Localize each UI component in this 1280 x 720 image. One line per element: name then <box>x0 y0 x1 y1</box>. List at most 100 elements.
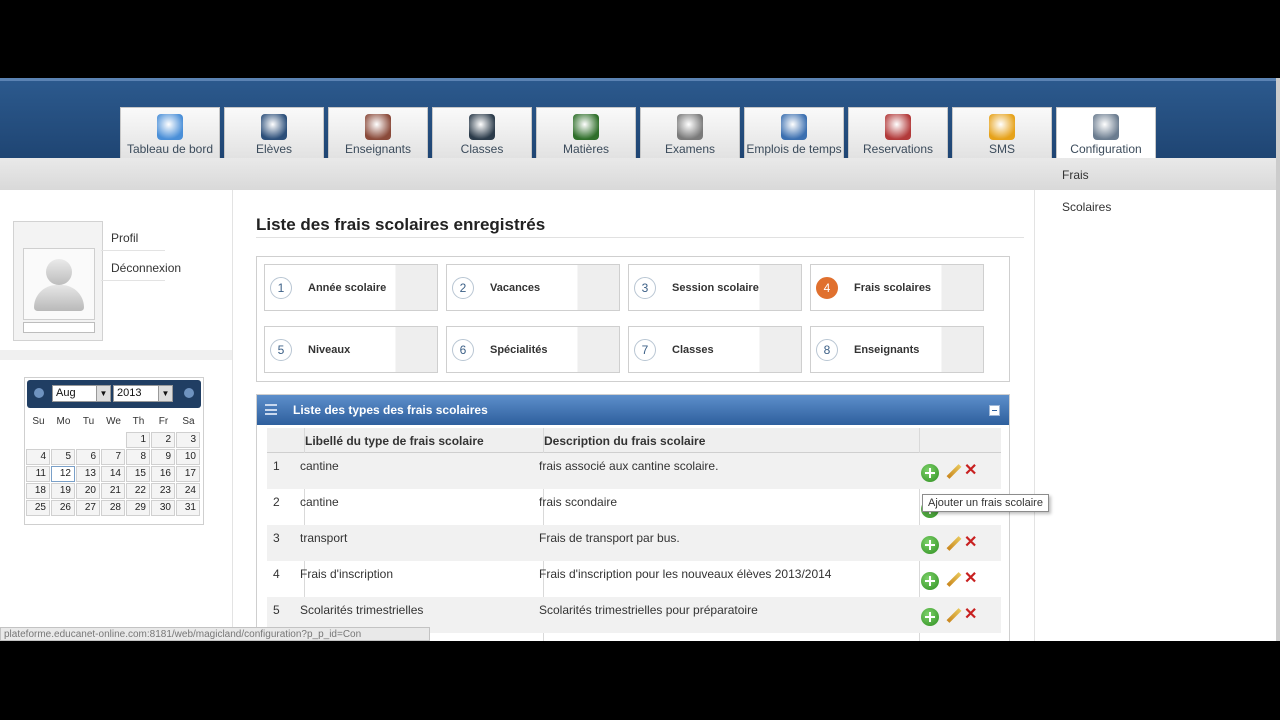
step-frais-scolaires[interactable]: 4 Frais scolaires <box>810 264 984 311</box>
column-header-description[interactable]: Description du frais scolaire <box>544 434 705 448</box>
calendar-weekday: Tu <box>82 416 95 427</box>
table-row[interactable]: 1 cantine frais associé aux cantine scolai… <box>267 453 1001 489</box>
nav-tab-el-ves[interactable]: Elèves <box>224 107 324 158</box>
step-label: Enseignants <box>854 344 920 356</box>
step-sp-cialit-s[interactable]: 6 Spécialités <box>446 326 620 373</box>
delete-icon[interactable]: ✕ <box>964 535 980 551</box>
calendar-day[interactable]: 19 <box>51 483 75 499</box>
calendar-day[interactable]: 26 <box>51 500 75 516</box>
fee-type-description: Frais d'inscription pour les nouveaux él… <box>539 567 832 581</box>
step-session-scolaire[interactable]: 3 Session scolaire <box>628 264 802 311</box>
calendar-day[interactable]: 3 <box>176 432 200 448</box>
delete-icon[interactable]: ✕ <box>964 463 980 479</box>
calendar-day[interactable]: 9 <box>151 449 175 465</box>
year-select[interactable]: 2013 ▼ <box>113 385 173 402</box>
calendar-day[interactable]: 20 <box>76 483 100 499</box>
scolaires-link[interactable]: Scolaires <box>1062 200 1111 214</box>
edit-pencil-icon[interactable] <box>945 536 961 552</box>
nav-tab-examens[interactable]: Examens <box>640 107 740 158</box>
calendar-day[interactable]: 14 <box>101 466 125 482</box>
nav-tab-enseignants[interactable]: Enseignants <box>328 107 428 158</box>
calendar-day[interactable]: 2 <box>151 432 175 448</box>
fee-type-label: cantine <box>300 495 339 509</box>
nav-tab-reservations[interactable]: Reservations <box>848 107 948 158</box>
edit-pencil-icon[interactable] <box>945 464 961 480</box>
calendar-day[interactable]: 4 <box>26 449 50 465</box>
user-head-icon <box>46 259 72 285</box>
teachers-icon <box>365 114 391 140</box>
nav-tab-emplois-de-temps[interactable]: Emplois de temps <box>744 107 844 158</box>
edit-pencil-icon[interactable] <box>945 608 961 624</box>
add-icon[interactable] <box>921 608 939 626</box>
menu-icon[interactable] <box>265 404 277 415</box>
nav-tab-classes[interactable]: Classes <box>432 107 532 158</box>
configuration-steps: 1 Année scolaire 2 Vacances 3 Session scolair… <box>256 256 1010 382</box>
calendar-day[interactable]: 21 <box>101 483 125 499</box>
calendar-day[interactable]: 17 <box>176 466 200 482</box>
row-actions: ✕ <box>921 463 981 484</box>
calendar-day[interactable]: 27 <box>76 500 100 516</box>
calendar-day[interactable]: 7 <box>101 449 125 465</box>
calendar-day[interactable]: 11 <box>26 466 50 482</box>
calendar-day[interactable]: 24 <box>176 483 200 499</box>
calendar-day[interactable]: 29 <box>126 500 150 516</box>
dashboard-icon <box>157 114 183 140</box>
table-row[interactable]: 4 Frais d'inscription Frais d'inscription … <box>267 561 1001 597</box>
calendar-day[interactable]: 1 <box>126 432 150 448</box>
exams-icon <box>677 114 703 140</box>
calendar-day[interactable]: 10 <box>176 449 200 465</box>
add-icon[interactable] <box>921 536 939 554</box>
step-niveaux[interactable]: 5 Niveaux <box>264 326 438 373</box>
nav-tab-tableau-de-bord[interactable]: Tableau de bord <box>120 107 220 158</box>
calendar-weekday: Su <box>32 416 45 427</box>
calendar-day[interactable]: 13 <box>76 466 100 482</box>
avatar-name-bar <box>23 322 95 333</box>
add-icon[interactable] <box>921 464 939 482</box>
next-month-icon[interactable] <box>184 388 194 398</box>
calendar-day[interactable]: 5 <box>51 449 75 465</box>
nav-tab-configuration[interactable]: Configuration <box>1056 107 1156 158</box>
calendar-header: Aug ▼ 2013 ▼ <box>27 380 201 408</box>
prev-month-icon[interactable] <box>34 388 44 398</box>
step-enseignants[interactable]: 8 Enseignants <box>810 326 984 373</box>
calendar-day[interactable]: 30 <box>151 500 175 516</box>
step-ann-e-scolaire[interactable]: 1 Année scolaire <box>264 264 438 311</box>
table-row[interactable]: 3 transport Frais de transport par bus. ✕ <box>267 525 1001 561</box>
calendar-day[interactable]: 15 <box>126 466 150 482</box>
calendar-day[interactable]: 22 <box>126 483 150 499</box>
edit-pencil-icon[interactable] <box>945 572 961 588</box>
calendar-day[interactable]: 28 <box>101 500 125 516</box>
avatar[interactable] <box>23 248 95 320</box>
calendar-day[interactable]: 16 <box>151 466 175 482</box>
nav-tab-mati-res[interactable]: Matières <box>536 107 636 158</box>
calendar-day[interactable]: 6 <box>76 449 100 465</box>
step-vacances[interactable]: 2 Vacances <box>446 264 620 311</box>
subnav-frais-link[interactable]: Frais <box>1062 168 1089 182</box>
configuration-icon <box>1093 114 1119 140</box>
month-select[interactable]: Aug ▼ <box>52 385 111 402</box>
step-classes[interactable]: 7 Classes <box>628 326 802 373</box>
step-number: 8 <box>816 339 838 361</box>
calendar-day[interactable]: 31 <box>176 500 200 516</box>
calendar-day[interactable]: 25 <box>26 500 50 516</box>
nav-tab-label: Emplois de temps <box>746 142 842 156</box>
logout-link[interactable]: Déconnexion <box>111 261 181 275</box>
page-scrollbar[interactable] <box>1276 78 1280 641</box>
browser-status-bar: plateforme.educanet-online.com:8181/web/… <box>0 627 430 641</box>
nav-tab-sms[interactable]: SMS <box>952 107 1052 158</box>
calendar-day[interactable]: 12 <box>51 466 75 482</box>
calendar-day[interactable]: 8 <box>126 449 150 465</box>
page-title: Liste des frais scolaires enregistrés <box>256 215 546 234</box>
column-header-label[interactable]: Libellé du type de frais scolaire <box>305 434 484 448</box>
delete-icon[interactable]: ✕ <box>964 607 980 623</box>
add-icon[interactable] <box>921 572 939 590</box>
calendar-weekday: Mo <box>56 416 71 427</box>
collapse-icon[interactable] <box>989 405 1000 416</box>
left-sidebar: Profil Déconnexion Aug ▼ 2013 ▼ Su Mo Tu We… <box>0 190 233 641</box>
table-row[interactable]: 2 cantine frais scondaire <box>267 489 1001 525</box>
calendar-day[interactable]: 23 <box>151 483 175 499</box>
delete-icon[interactable]: ✕ <box>964 571 980 587</box>
row-number: 2 <box>273 495 280 509</box>
calendar-day[interactable]: 18 <box>26 483 50 499</box>
profile-link[interactable]: Profil <box>111 231 138 245</box>
